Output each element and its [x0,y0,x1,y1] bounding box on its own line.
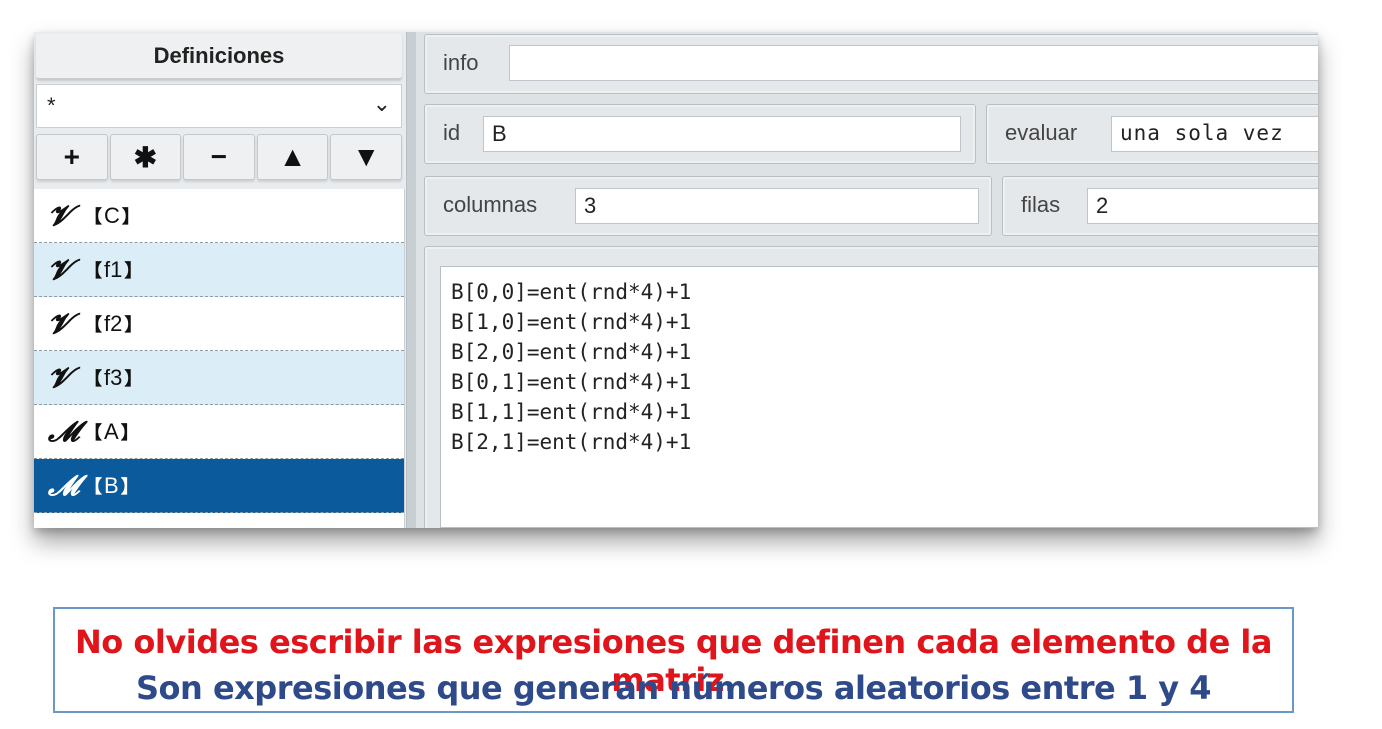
code-line: B[0,1]=ent(rnd*4)+1 [451,370,692,394]
chevron-down-icon: ⌄ [372,91,391,116]
filas-label: filas [1021,192,1061,217]
item-name: f3 [104,364,123,390]
definitions-header: Definiciones [36,34,402,79]
code-line: B[2,0]=ent(rnd*4)+1 [451,340,692,364]
code-line: B[0,0]=ent(rnd*4)+1 [451,280,692,304]
add-button[interactable]: + [36,134,108,180]
list-item[interactable]: 𝓥 【C】 [34,189,404,243]
evaluar-label: evaluar [1005,120,1078,145]
list-item[interactable]: 𝓥 【f3】 [34,351,404,405]
item-name: A [104,418,119,444]
list-item[interactable]: 𝓥 【f1】 [34,243,404,297]
evaluar-row: evaluar una sola vez [986,104,1318,164]
filter-value: * [47,93,56,118]
evaluar-select[interactable]: una sola vez [1111,116,1318,152]
item-name: f2 [104,310,123,336]
note-line-2: Son expresiones que generan números alea… [136,669,1211,707]
vector-icon: 𝓥 [48,252,72,286]
columnas-row: columnas 3 [424,176,992,236]
definitions-filter-select[interactable]: * ⌄ [36,84,402,128]
item-name: f1 [104,256,123,282]
copy-button[interactable]: ✱ [109,134,182,180]
editor-screenshot: Definiciones * ⌄ + ✱ − ▲ ▼ 𝓥 【C】 𝓥 【f1】 … [34,32,1318,528]
columnas-input[interactable]: 3 [575,188,979,224]
matrix-icon: 𝓜 [48,468,80,502]
move-up-button[interactable]: ▲ [256,134,329,180]
info-row: info [424,34,1318,94]
code-line: B[1,1]=ent(rnd*4)+1 [451,400,692,424]
filas-row: filas 2 [1002,176,1318,236]
list-item-selected[interactable]: 𝓜 【B】 [34,459,404,513]
filas-input[interactable]: 2 [1087,188,1318,224]
expression-textarea[interactable]: B[0,0]=ent(rnd*4)+1 B[1,0]=ent(rnd*4)+1 … [440,266,1318,528]
code-line: B[1,0]=ent(rnd*4)+1 [451,310,692,334]
list-item[interactable]: 𝓥 【f2】 [34,297,404,351]
vector-icon: 𝓥 [48,306,72,340]
columnas-label: columnas [443,192,538,217]
definitions-toolbar: + ✱ − ▲ ▼ [36,134,402,180]
id-row: id B [424,104,976,164]
matrix-icon: 𝓜 [48,414,80,448]
move-down-button[interactable]: ▼ [330,134,402,180]
info-input[interactable] [509,45,1318,81]
info-label: info [443,50,479,75]
item-name: C [104,202,120,228]
id-label: id [443,120,461,145]
definitions-panel: Definiciones * ⌄ + ✱ − ▲ ▼ 𝓥 【C】 𝓥 【f1】 … [34,32,406,528]
id-input[interactable]: B [483,116,961,152]
instruction-note: No olvides escribir las expresiones que … [53,607,1294,713]
properties-panel: info id B evaluar una sola vez columnas … [416,32,1318,528]
vector-icon: 𝓥 [48,198,72,232]
definitions-list: 𝓥 【C】 𝓥 【f1】 𝓥 【f2】 𝓥 【f3】 𝓜 【A】 𝓜 【 B 】 [34,189,405,528]
remove-button[interactable]: − [183,134,255,180]
list-item[interactable]: 𝓜 【A】 [34,405,404,459]
code-line: B[2,1]=ent(rnd*4)+1 [451,430,692,454]
vector-icon: 𝓥 [48,360,72,394]
item-name: B [104,472,119,498]
